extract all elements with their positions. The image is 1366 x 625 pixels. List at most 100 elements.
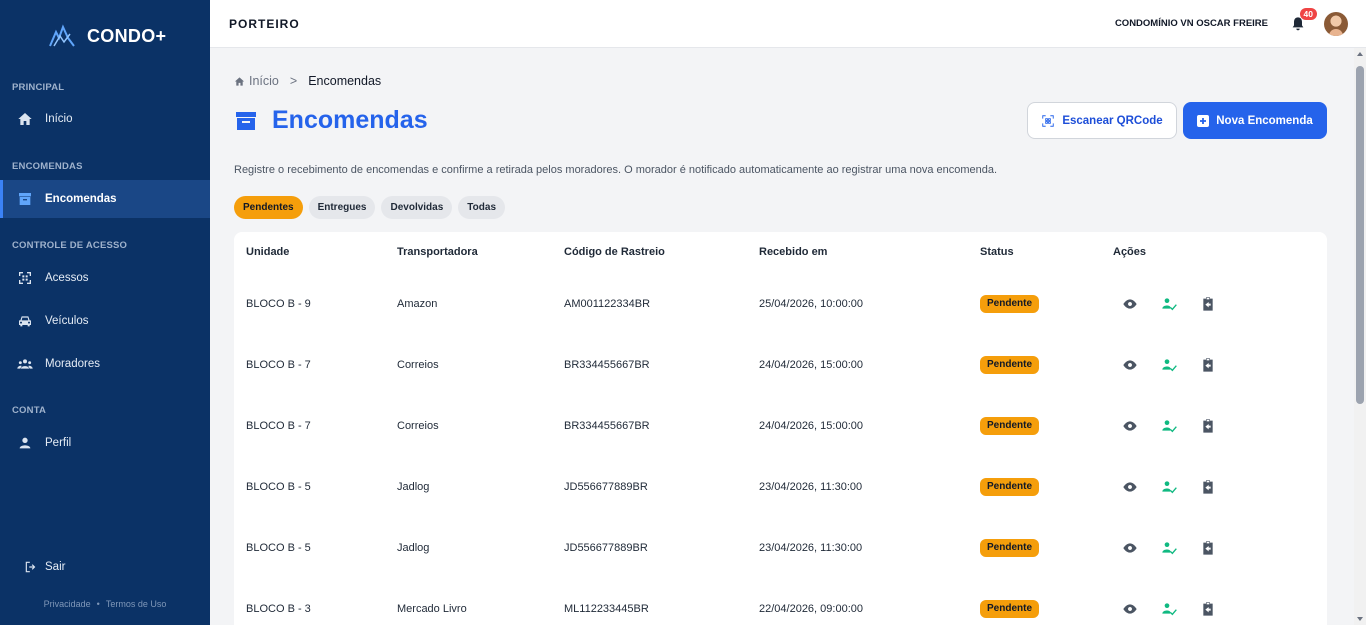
- sidebar-item-moradores[interactable]: Moradores: [0, 345, 210, 383]
- section-principal: PRINCIPAL: [12, 82, 65, 93]
- return-package-button[interactable]: [1199, 600, 1217, 618]
- column-header-recebido[interactable]: Recebido em: [759, 246, 827, 258]
- scroll-up-arrow[interactable]: [1357, 52, 1363, 56]
- confirm-pickup-button[interactable]: [1160, 600, 1178, 618]
- page-description: Registre o recebimento de encomendas e c…: [234, 164, 998, 176]
- cell-unidade: BLOCO B - 7: [246, 420, 311, 432]
- user-check-icon: [1162, 542, 1177, 555]
- user-check-icon: [1162, 359, 1177, 372]
- view-button[interactable]: [1121, 600, 1139, 618]
- row-actions: [1121, 539, 1238, 557]
- confirm-pickup-button[interactable]: [1160, 478, 1178, 496]
- eye-icon: [1123, 482, 1137, 492]
- logout-icon: [25, 561, 36, 573]
- view-button[interactable]: [1121, 356, 1139, 374]
- cell-transportadora: Correios: [397, 420, 439, 432]
- condominium-name[interactable]: CONDOMÍNIO VN OSCAR FREIRE: [1115, 18, 1268, 29]
- brand-logo[interactable]: CONDO+: [48, 24, 166, 48]
- return-box-icon: [1203, 480, 1213, 494]
- user-check-icon: [1162, 420, 1177, 433]
- filter-entregues[interactable]: Entregues: [308, 196, 376, 219]
- cell-unidade: BLOCO B - 5: [246, 481, 311, 493]
- return-package-button[interactable]: [1199, 539, 1217, 557]
- breadcrumb-home[interactable]: Início: [249, 74, 279, 88]
- status-badge: Pendente: [980, 417, 1040, 435]
- page-title-text: Encomendas: [272, 106, 428, 134]
- new-package-button[interactable]: Nova Encomenda: [1183, 102, 1327, 139]
- confirm-pickup-button[interactable]: [1160, 417, 1178, 435]
- qr-scan-icon: [16, 269, 34, 287]
- sidebar-item-label: Início: [45, 113, 73, 125]
- view-button[interactable]: [1121, 295, 1139, 313]
- scroll-down-arrow[interactable]: [1357, 617, 1363, 621]
- view-button[interactable]: [1121, 478, 1139, 496]
- eye-icon: [1123, 604, 1137, 614]
- cell-transportadora: Jadlog: [397, 542, 430, 554]
- section-conta: CONTA: [12, 405, 47, 416]
- status-badge: Pendente: [980, 356, 1040, 374]
- logout-label: Sair: [45, 561, 66, 573]
- row-actions: [1121, 295, 1238, 313]
- cell-codigo: BR334455667BR: [564, 359, 650, 371]
- notification-badge: 40: [1299, 8, 1317, 20]
- column-header-status[interactable]: Status: [980, 246, 1014, 258]
- privacy-link[interactable]: Privacidade: [44, 599, 91, 609]
- status-badge: Pendente: [980, 600, 1040, 618]
- cell-transportadora: Mercado Livro: [397, 603, 467, 615]
- breadcrumb-current: Encomendas: [308, 74, 382, 88]
- filter-pendentes[interactable]: Pendentes: [234, 196, 303, 219]
- return-box-icon: [1203, 541, 1213, 555]
- sidebar-item-acessos[interactable]: Acessos: [0, 259, 210, 297]
- terms-link[interactable]: Termos de Uso: [106, 599, 167, 609]
- return-box-icon: [1203, 602, 1213, 616]
- sidebar-item-encomendas[interactable]: Encomendas: [0, 180, 210, 218]
- sidebar: CONDO+ PRINCIPAL Início ENCOMENDAS Encom…: [0, 0, 210, 625]
- cell-unidade: BLOCO B - 7: [246, 359, 311, 371]
- filter-todas[interactable]: Todas: [458, 196, 506, 219]
- table-row: BLOCO B - 5 Jadlog JD556677889BR 23/04/2…: [234, 472, 1327, 533]
- user-role: PORTEIRO: [229, 17, 300, 31]
- eye-icon: [1123, 299, 1137, 309]
- confirm-pickup-button[interactable]: [1160, 356, 1178, 374]
- return-package-button[interactable]: [1199, 478, 1217, 496]
- row-actions: [1121, 356, 1238, 374]
- return-package-button[interactable]: [1199, 417, 1217, 435]
- cell-transportadora: Amazon: [397, 298, 438, 310]
- return-box-icon: [1203, 419, 1213, 433]
- user-check-icon: [1162, 298, 1177, 311]
- user-check-icon: [1162, 481, 1177, 494]
- breadcrumb: Início > Encomendas: [234, 74, 381, 88]
- table-row: BLOCO B - 7 Correios BR334455667BR 24/04…: [234, 350, 1327, 411]
- filter-devolvidas[interactable]: Devolvidas: [381, 196, 453, 219]
- column-header-unidade[interactable]: Unidade: [246, 246, 289, 258]
- return-box-icon: [1203, 297, 1213, 311]
- return-package-button[interactable]: [1199, 356, 1217, 374]
- section-encomendas: ENCOMENDAS: [12, 161, 83, 172]
- sidebar-item-inicio[interactable]: Início: [0, 100, 210, 138]
- confirm-pickup-button[interactable]: [1160, 295, 1178, 313]
- view-button[interactable]: [1121, 417, 1139, 435]
- footer-separator: •: [96, 599, 100, 609]
- logout-button[interactable]: Sair: [24, 560, 65, 574]
- avatar[interactable]: [1324, 12, 1348, 36]
- cell-recebido: 24/04/2026, 15:00:00: [759, 420, 863, 432]
- car-icon: [16, 312, 34, 330]
- page-scrollbar[interactable]: [1354, 48, 1366, 625]
- cell-codigo: AM001122334BR: [564, 298, 651, 310]
- scan-qrcode-button[interactable]: Escanear QRCode: [1027, 102, 1177, 139]
- cell-unidade: BLOCO B - 9: [246, 298, 311, 310]
- cell-codigo: JD556677889BR: [564, 542, 648, 554]
- row-actions: [1121, 600, 1238, 618]
- scroll-thumb[interactable]: [1356, 66, 1364, 404]
- column-header-codigo[interactable]: Código de Rastreio: [564, 246, 665, 258]
- return-package-button[interactable]: [1199, 295, 1217, 313]
- qr-scan-icon: [1042, 114, 1055, 127]
- topbar: PORTEIRO CONDOMÍNIO VN OSCAR FREIRE 40: [210, 0, 1366, 48]
- home-icon: [16, 110, 34, 128]
- confirm-pickup-button[interactable]: [1160, 539, 1178, 557]
- return-box-icon: [1203, 358, 1213, 372]
- sidebar-item-veiculos[interactable]: Veículos: [0, 302, 210, 340]
- column-header-transportadora[interactable]: Transportadora: [397, 246, 478, 258]
- sidebar-item-perfil[interactable]: Perfil: [0, 424, 210, 462]
- view-button[interactable]: [1121, 539, 1139, 557]
